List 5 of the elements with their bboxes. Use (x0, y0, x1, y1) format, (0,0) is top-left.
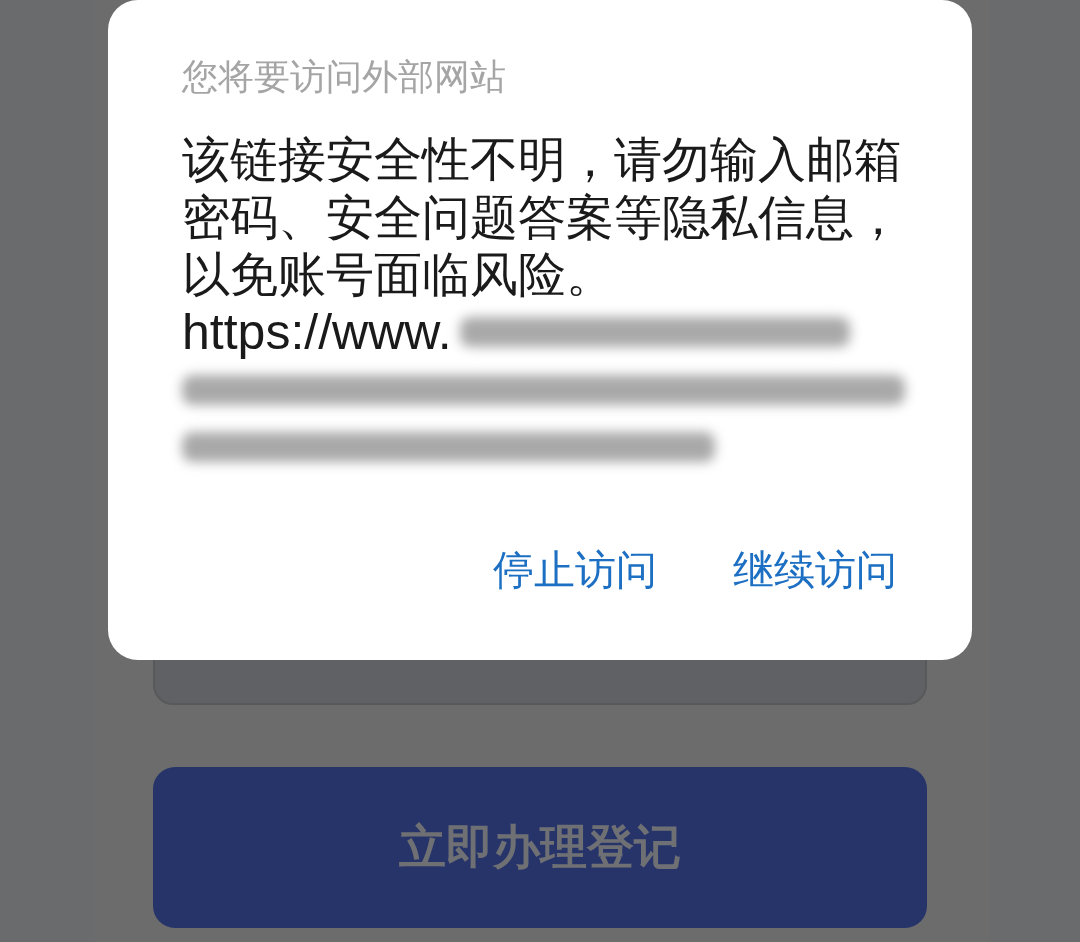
dialog-action-button[interactable]: 继续访问 (733, 542, 897, 598)
dialog-action-button[interactable]: 停止访问 (493, 542, 657, 598)
dialog-title: 您将要访问外部网站 (182, 55, 507, 99)
url-text: https://www. (182, 303, 452, 361)
warning-message: 该链接安全性不明，请勿输入邮箱密码、安全问题答案等隐私信息，以免账号面临风险。 (182, 131, 903, 304)
